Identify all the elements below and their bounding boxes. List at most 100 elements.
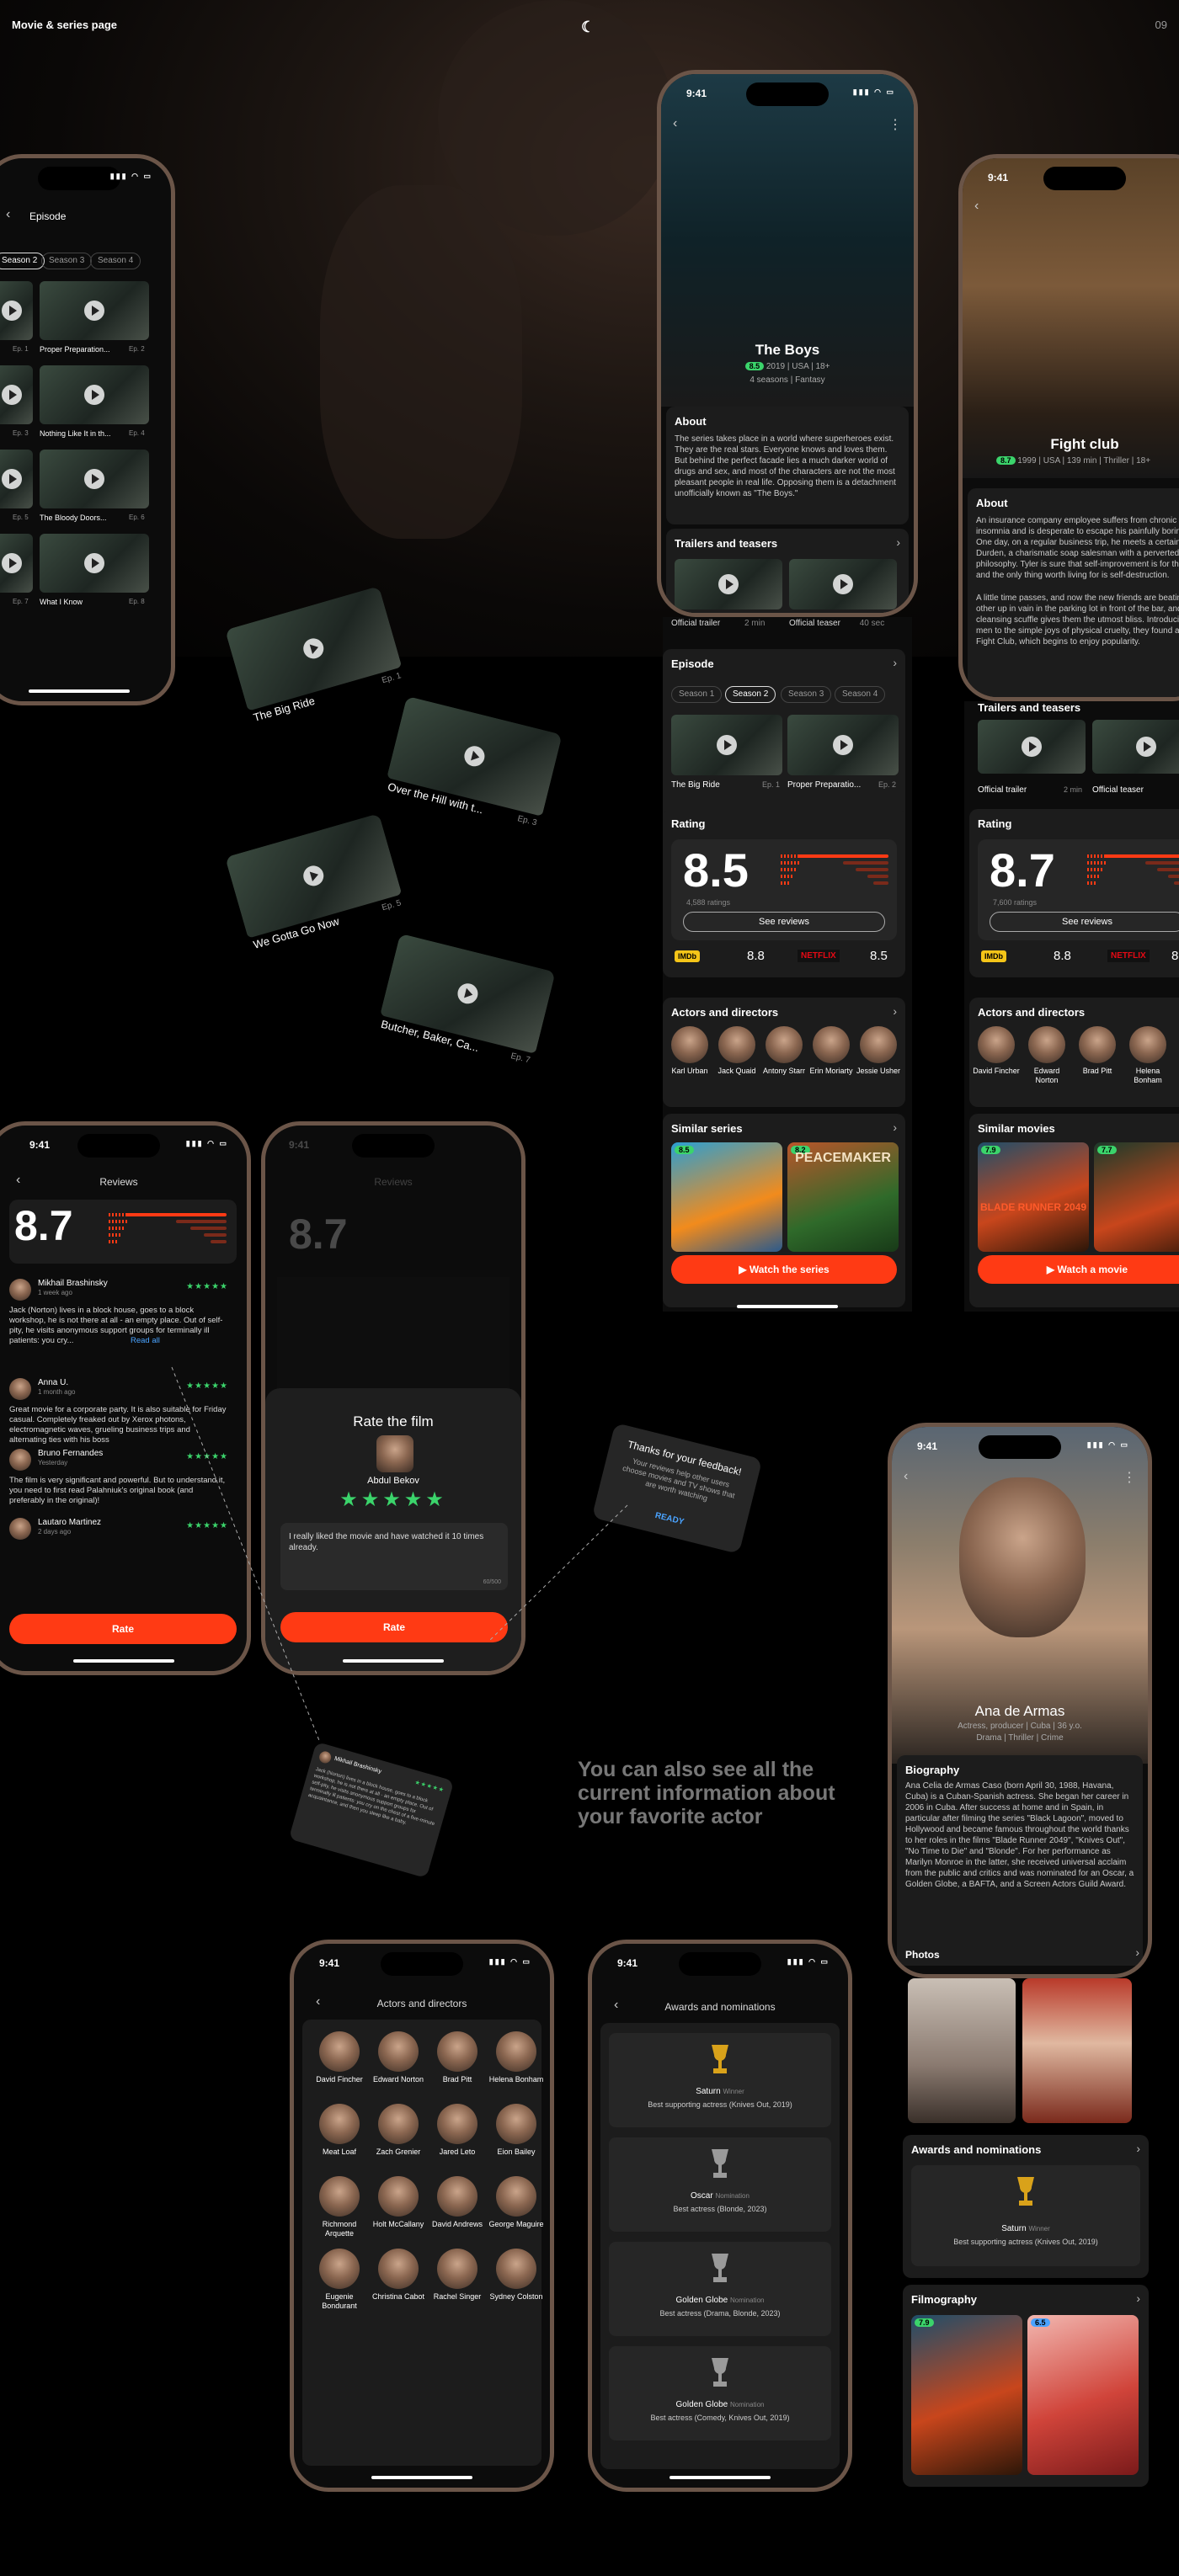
actor-avatar[interactable] — [319, 2176, 360, 2217]
play-icon[interactable] — [84, 469, 104, 489]
actor-avatar[interactable] — [671, 1026, 708, 1063]
play-icon[interactable] — [717, 735, 737, 755]
episode-thumb[interactable] — [40, 365, 149, 424]
season-tab[interactable]: Season 2 — [725, 686, 776, 703]
chevron-right-icon[interactable]: › — [1136, 2142, 1140, 2155]
similar-poster[interactable]: 7.9 BLADE RUNNER 2049 — [978, 1142, 1089, 1252]
play-icon[interactable] — [84, 385, 104, 405]
award-item[interactable]: Saturn Winner Best supporting actress (Kn… — [609, 2033, 831, 2127]
season-tab[interactable]: Season 3 — [41, 253, 93, 269]
episode-thumb[interactable] — [40, 534, 149, 593]
play-icon[interactable] — [2, 469, 22, 489]
episode-thumb[interactable] — [0, 450, 33, 508]
season-tab[interactable]: Season 4 — [835, 686, 886, 703]
season-tab[interactable]: Season 2 — [0, 253, 45, 269]
play-icon[interactable] — [2, 385, 22, 405]
actor-photo-2[interactable] — [1022, 1978, 1132, 2123]
play-icon[interactable] — [455, 981, 480, 1006]
similar-poster[interactable]: 7.7 — [1094, 1142, 1179, 1252]
actor-avatar[interactable] — [496, 2031, 536, 2072]
read-all-link[interactable]: Read all — [131, 1336, 160, 1345]
film-poster[interactable]: 7.9 — [911, 2315, 1022, 2475]
play-icon[interactable] — [301, 636, 327, 662]
more-icon[interactable]: ⋮ — [1123, 1469, 1136, 1486]
actor-avatar[interactable] — [496, 2249, 536, 2289]
actor-avatar[interactable] — [378, 2176, 419, 2217]
film-poster[interactable]: 6.5 — [1027, 2315, 1139, 2475]
trailer-thumb[interactable] — [978, 720, 1086, 774]
episode-thumb[interactable] — [0, 365, 33, 424]
play-icon[interactable] — [2, 301, 22, 321]
play-icon[interactable] — [2, 553, 22, 573]
trailer-thumb[interactable] — [789, 559, 897, 609]
chevron-right-icon[interactable]: › — [893, 1120, 897, 1134]
trailer-thumb[interactable] — [675, 559, 782, 609]
actor-avatar[interactable] — [378, 2031, 419, 2072]
episode-thumb[interactable] — [40, 450, 149, 508]
similar-poster[interactable]: 8.2 PEACEMAKER — [787, 1142, 899, 1252]
actor-avatar[interactable] — [718, 1026, 755, 1063]
play-icon[interactable] — [833, 574, 853, 594]
episode-thumb[interactable] — [225, 813, 403, 939]
play-icon[interactable] — [84, 301, 104, 321]
episode-thumb[interactable] — [40, 281, 149, 340]
actor-avatar[interactable] — [437, 2249, 477, 2289]
floating-episode[interactable]: We Gotta Go Now Ep. 5 — [225, 813, 407, 955]
award-item[interactable]: Golden Globe Nomination Best actress (Dra… — [609, 2242, 831, 2336]
chevron-right-icon[interactable]: › — [896, 535, 900, 549]
award-item[interactable]: Oscar Nomination Best actress (Blonde, 20… — [609, 2137, 831, 2232]
chevron-right-icon[interactable]: › — [1136, 2291, 1140, 2305]
chevron-right-icon[interactable]: › — [1135, 1945, 1139, 1959]
floating-episode[interactable]: Over the Hill with t... Ep. 3 — [382, 695, 563, 833]
award-item[interactable]: Saturn Winner Best supporting actress (K… — [911, 2165, 1140, 2266]
play-icon[interactable] — [718, 574, 739, 594]
episode-thumb[interactable] — [0, 281, 33, 340]
actor-avatar[interactable] — [437, 2031, 477, 2072]
actor-avatar[interactable] — [1079, 1026, 1116, 1063]
episode-thumb[interactable] — [0, 534, 33, 593]
back-icon[interactable]: ‹ — [673, 116, 677, 131]
play-icon[interactable] — [84, 553, 104, 573]
actor-avatar[interactable] — [437, 2104, 477, 2144]
season-tab[interactable]: Season 1 — [671, 686, 723, 703]
actor-avatar[interactable] — [378, 2104, 419, 2144]
watch-button[interactable]: ▶ Watch the series — [671, 1255, 897, 1284]
chevron-right-icon[interactable]: › — [893, 1004, 897, 1018]
actor-avatar[interactable] — [813, 1026, 850, 1063]
floating-episode[interactable]: Butcher, Baker, Ca... Ep. 7 — [376, 933, 556, 1070]
similar-poster[interactable]: 8.5 — [671, 1142, 782, 1252]
back-icon[interactable]: ‹ — [904, 1469, 908, 1484]
more-icon[interactable]: ⋮ — [888, 116, 902, 133]
play-icon[interactable] — [301, 863, 327, 889]
episode-thumb[interactable] — [671, 715, 782, 775]
actor-avatar[interactable] — [319, 2249, 360, 2289]
actor-avatar[interactable] — [378, 2249, 419, 2289]
actor-avatar[interactable] — [1028, 1026, 1065, 1063]
trailer-thumb[interactable] — [1092, 720, 1179, 774]
back-icon[interactable]: ‹ — [974, 199, 979, 214]
actor-avatar[interactable] — [860, 1026, 897, 1063]
actor-avatar[interactable] — [978, 1026, 1015, 1063]
actor-avatar[interactable] — [319, 2104, 360, 2144]
actor-avatar[interactable] — [319, 2031, 360, 2072]
season-tab[interactable]: Season 3 — [781, 686, 832, 703]
watch-button[interactable]: ▶ Watch a movie — [978, 1255, 1179, 1284]
actor-photo-1[interactable] — [908, 1978, 1016, 2123]
actor-avatar[interactable] — [496, 2104, 536, 2144]
season-tab[interactable]: Season 4 — [90, 253, 141, 269]
see-reviews-button[interactable]: See reviews — [683, 912, 885, 932]
actor-avatar[interactable] — [766, 1026, 803, 1063]
play-icon[interactable] — [461, 743, 487, 769]
play-icon[interactable] — [833, 735, 853, 755]
play-icon[interactable] — [1136, 737, 1156, 757]
chevron-right-icon[interactable]: › — [893, 656, 897, 669]
actor-avatar[interactable] — [437, 2176, 477, 2217]
award-item[interactable]: Golden Globe Nomination Best actress (Com… — [609, 2346, 831, 2440]
back-icon[interactable]: ‹ — [6, 207, 10, 222]
actor-avatar[interactable] — [1129, 1026, 1166, 1063]
play-icon[interactable] — [1022, 737, 1042, 757]
actor-avatar[interactable] — [496, 2176, 536, 2217]
see-reviews-button[interactable]: See reviews — [990, 912, 1179, 932]
episode-thumb[interactable] — [787, 715, 899, 775]
rating-dots — [781, 875, 794, 878]
